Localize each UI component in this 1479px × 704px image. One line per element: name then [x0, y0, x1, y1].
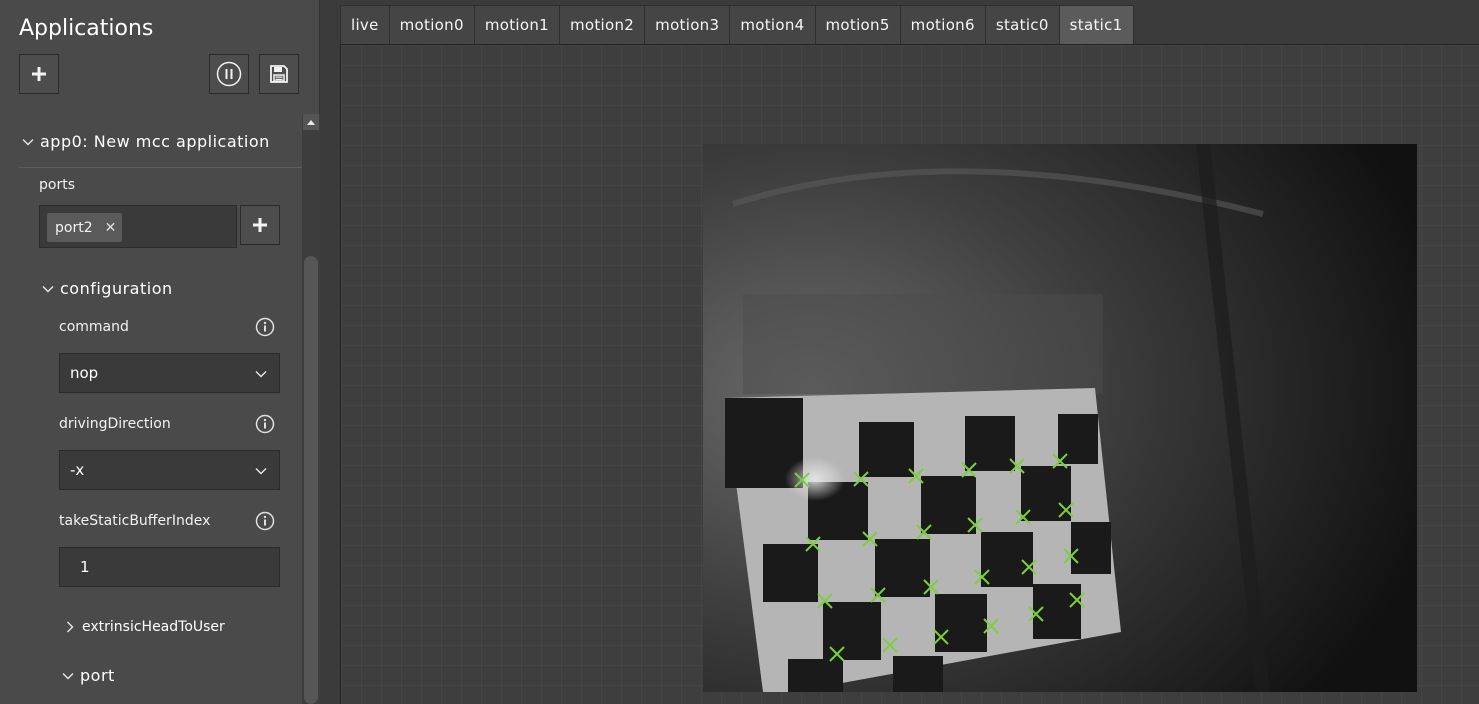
port-tag-label: port2	[55, 219, 93, 236]
camera-image	[703, 144, 1417, 692]
caret-up-icon	[307, 120, 315, 125]
info-icon[interactable]	[255, 511, 275, 531]
chevron-down-icon	[255, 468, 267, 475]
take-static-buffer-index-label: takeStaticBufferIndex	[59, 513, 211, 529]
configuration-header[interactable]: configuration	[42, 279, 173, 298]
add-application-button[interactable]	[19, 54, 59, 94]
ports-label: ports	[39, 177, 75, 193]
port-header[interactable]: port	[62, 666, 115, 685]
command-label: command	[59, 319, 129, 335]
application-tree[interactable]: app0: New mcc application ports port2 ✕ …	[0, 114, 302, 704]
chevron-down-icon	[42, 285, 54, 292]
tab-static1[interactable]: static1	[1058, 5, 1134, 45]
image-viewport[interactable]	[340, 44, 1479, 704]
chevron-down-icon	[22, 138, 34, 145]
pause-icon	[216, 61, 242, 87]
take-static-buffer-index-input[interactable]: 1	[59, 547, 280, 587]
tab-static0[interactable]: static0	[984, 5, 1059, 45]
tab-live[interactable]: live	[340, 5, 389, 45]
extrinsic-head-to-user-label: extrinsicHeadToUser	[82, 619, 225, 635]
tab-bar: live motion0 motion1 motion2 motion3 mot…	[340, 5, 1134, 45]
take-static-buffer-index-value: 1	[80, 558, 90, 576]
tab-motion6[interactable]: motion6	[899, 5, 985, 45]
app-root: Applications app0: New mcc application p…	[0, 0, 1479, 704]
add-port-button[interactable]	[240, 205, 280, 245]
extrinsic-head-to-user-header[interactable]: extrinsicHeadToUser	[64, 619, 225, 635]
driving-direction-label: drivingDirection	[59, 416, 171, 432]
tab-motion4[interactable]: motion4	[729, 5, 815, 45]
tab-motion5[interactable]: motion5	[814, 5, 900, 45]
chevron-right-icon	[67, 621, 74, 633]
divider	[19, 167, 302, 168]
info-icon[interactable]	[255, 414, 275, 434]
app-header[interactable]: app0: New mcc application	[22, 132, 270, 151]
port-tag: port2 ✕	[47, 213, 122, 242]
tab-motion3[interactable]: motion3	[644, 5, 730, 45]
sidebar-scrollbar[interactable]	[302, 114, 320, 704]
sidebar-title: Applications	[19, 16, 154, 41]
driving-direction-select[interactable]: -x	[59, 450, 280, 490]
pause-button[interactable]	[209, 54, 249, 94]
app-header-label: app0: New mcc application	[40, 132, 270, 151]
save-icon	[270, 65, 288, 83]
driving-direction-value: -x	[70, 461, 85, 479]
plus-icon	[32, 67, 46, 81]
info-icon[interactable]	[255, 317, 275, 337]
configuration-label: configuration	[60, 279, 173, 298]
port-label: port	[80, 666, 115, 685]
scroll-up-button[interactable]	[303, 114, 319, 130]
main-panel: live motion0 motion1 motion2 motion3 mot…	[320, 0, 1479, 704]
command-select[interactable]: nop	[59, 353, 280, 393]
tab-motion1[interactable]: motion1	[473, 5, 559, 45]
close-icon[interactable]: ✕	[105, 220, 117, 236]
chevron-down-icon	[62, 672, 74, 679]
tab-motion0[interactable]: motion0	[388, 5, 474, 45]
chevron-down-icon	[255, 371, 267, 378]
ports-tag-input[interactable]: port2 ✕	[39, 205, 237, 248]
tab-motion2[interactable]: motion2	[558, 5, 645, 45]
sidebar: Applications app0: New mcc application p…	[0, 0, 320, 704]
scrollbar-thumb[interactable]	[304, 256, 318, 704]
command-value: nop	[70, 364, 99, 382]
save-button[interactable]	[259, 54, 299, 94]
plus-icon	[253, 218, 267, 232]
